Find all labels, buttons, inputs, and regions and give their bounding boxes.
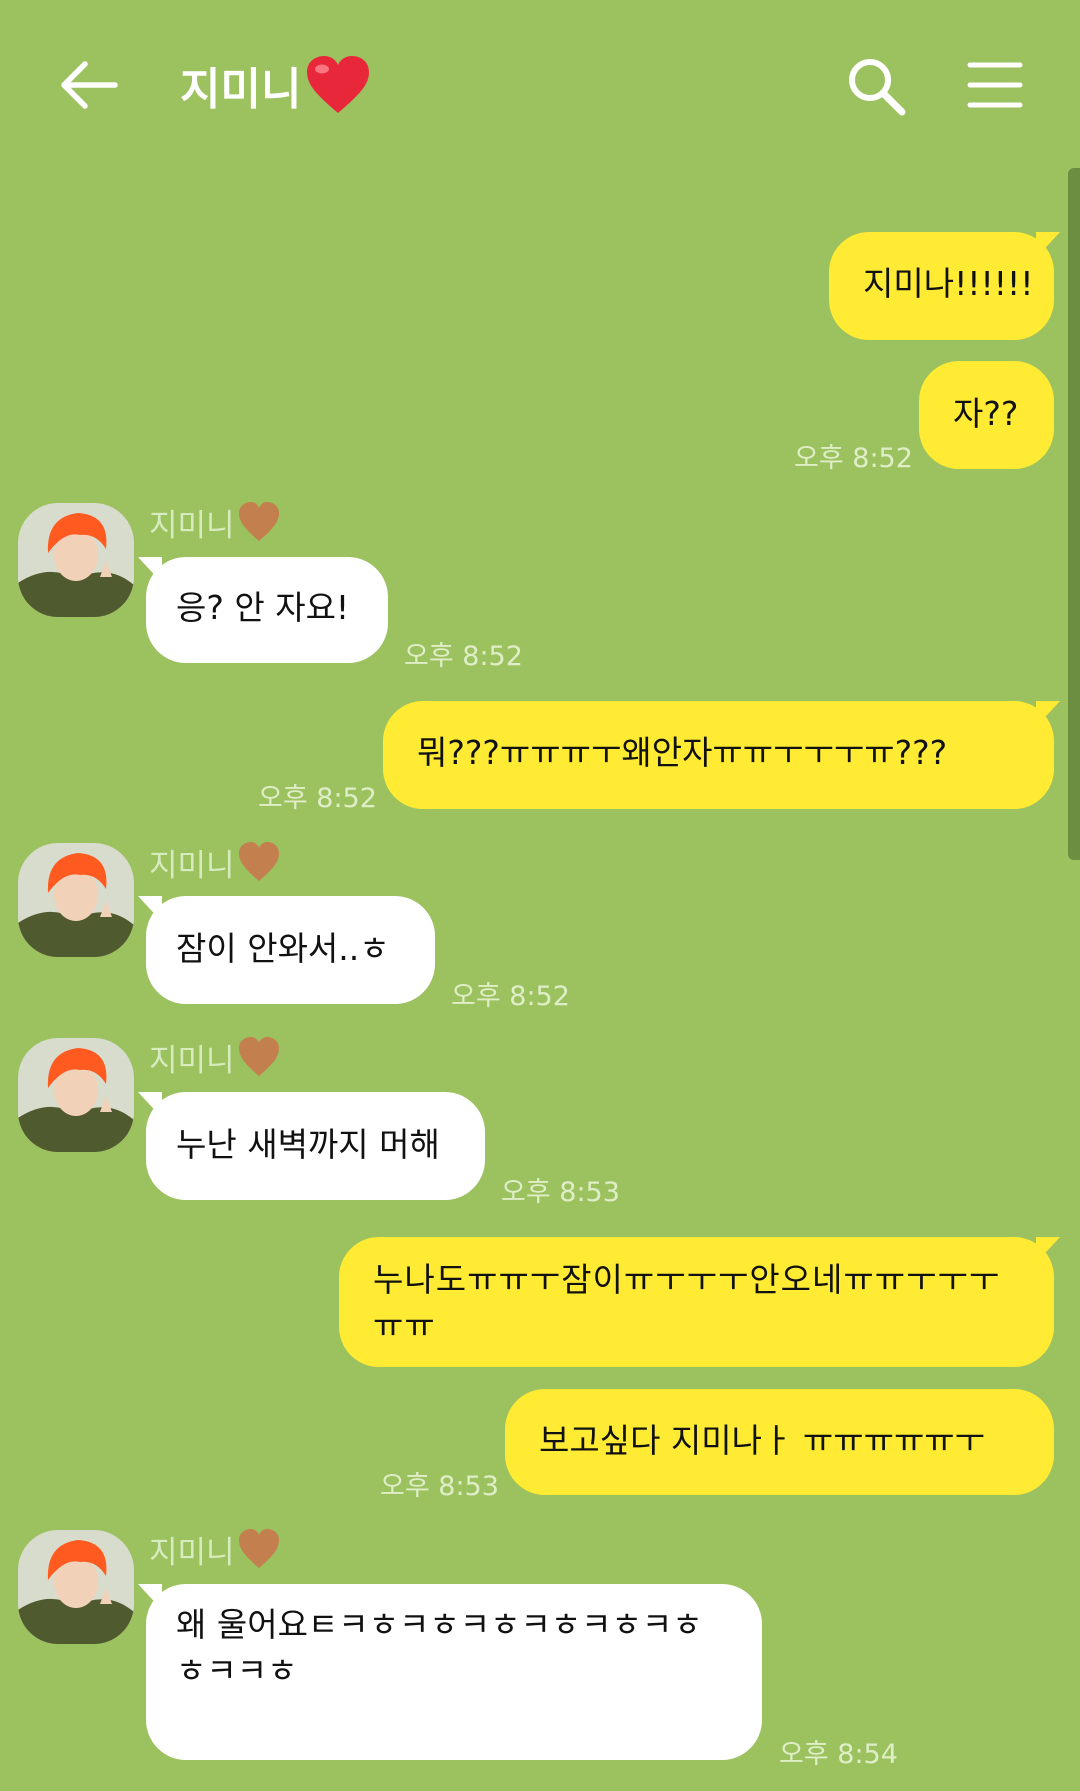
- message-time: 오후 8:52: [258, 783, 377, 814]
- my-message-bubble[interactable]: 누나도ㅠㅠㅜ잠이ㅠㅜㅜㅜ안오네ㅠㅠㅜㅜㅜㅠㅠ: [339, 1237, 1054, 1367]
- sender-name-text: 지미니: [149, 508, 235, 544]
- heart-icon: [238, 501, 279, 541]
- their-message-bubble[interactable]: 응? 안 자요!: [146, 557, 388, 663]
- arrow-left-icon: [61, 61, 118, 109]
- heart-icon: [238, 1036, 279, 1076]
- chat-screen: 지미니 지미나!!!!!! 자?? 오후 8:52 지미니 응? 안 자요! 오…: [0, 0, 1080, 1791]
- heart-icon: [238, 1528, 279, 1568]
- avatar-photo: [18, 843, 134, 957]
- message-time: 오후 8:52: [404, 641, 523, 672]
- chat-header: 지미니: [0, 0, 1080, 165]
- scrollbar[interactable]: [1068, 168, 1080, 860]
- chat-title: 지미니: [180, 50, 371, 120]
- message-text: 왜 울어요ㅌㅋㅎㅋㅎㅋㅎㅋㅎㅋㅎㅋㅎㅎㅋㅋㅎ: [176, 1605, 703, 1690]
- sender-name: 지미니: [149, 1035, 281, 1080]
- message-text: 잠이 안와서..ㅎ: [176, 929, 390, 968]
- message-time: 오후 8:54: [779, 1739, 898, 1770]
- chat-title-text: 지미니: [180, 64, 302, 115]
- back-button[interactable]: [55, 52, 120, 117]
- message-text: 자??: [953, 394, 1019, 433]
- message-text: 응? 안 자요!: [176, 588, 350, 627]
- menu-icon: [967, 62, 1023, 108]
- my-message-bubble[interactable]: 자??: [919, 361, 1054, 469]
- message-time: 오후 8:52: [794, 443, 913, 474]
- message-text: 뭐???ㅠㅠㅠㅜ왜안자ㅠㅠㅜㅜㅜㅠ???: [417, 733, 948, 772]
- message-text: 지미나!!!!!!: [863, 264, 1034, 303]
- avatar[interactable]: [18, 843, 134, 957]
- sender-name: 지미니: [149, 500, 281, 545]
- message-time: 오후 8:53: [380, 1471, 499, 1502]
- their-message-bubble[interactable]: 누난 새벽까지 머해: [146, 1092, 485, 1200]
- message-time: 오후 8:52: [451, 981, 570, 1012]
- heart-icon: [307, 56, 370, 113]
- message-text: 보고싶다 지미나ㅏ ㅠㅠㅠㅠㅠㅜ: [539, 1421, 986, 1460]
- heart-icon: [238, 841, 279, 881]
- their-message-bubble[interactable]: 잠이 안와서..ㅎ: [146, 896, 435, 1004]
- message-time: 오후 8:53: [501, 1177, 620, 1208]
- avatar[interactable]: [18, 1038, 134, 1152]
- search-icon: [849, 59, 906, 116]
- avatar[interactable]: [18, 503, 134, 617]
- avatar-photo: [18, 503, 134, 617]
- sender-name-text: 지미니: [149, 1535, 235, 1571]
- my-message-bubble[interactable]: 지미나!!!!!!: [829, 232, 1054, 340]
- message-text: 누난 새벽까지 머해: [176, 1125, 440, 1164]
- sender-name: 지미니: [149, 840, 281, 885]
- avatar[interactable]: [18, 1530, 134, 1644]
- my-message-bubble[interactable]: 보고싶다 지미나ㅏ ㅠㅠㅠㅠㅠㅜ: [505, 1389, 1054, 1495]
- avatar-photo: [18, 1038, 134, 1152]
- menu-button[interactable]: [967, 60, 1023, 110]
- my-message-bubble[interactable]: 뭐???ㅠㅠㅠㅜ왜안자ㅠㅠㅜㅜㅜㅠ???: [383, 701, 1054, 809]
- search-button[interactable]: [845, 55, 907, 117]
- avatar-photo: [18, 1530, 134, 1644]
- their-message-bubble[interactable]: 왜 울어요ㅌㅋㅎㅋㅎㅋㅎㅋㅎㅋㅎㅋㅎㅎㅋㅋㅎ: [146, 1584, 762, 1760]
- sender-name: 지미니: [149, 1527, 281, 1572]
- sender-name-text: 지미니: [149, 848, 235, 884]
- message-text: 누나도ㅠㅠㅜ잠이ㅠㅜㅜㅜ안오네ㅠㅠㅜㅜㅜㅠㅠ: [373, 1260, 1001, 1345]
- sender-name-text: 지미니: [149, 1043, 235, 1079]
